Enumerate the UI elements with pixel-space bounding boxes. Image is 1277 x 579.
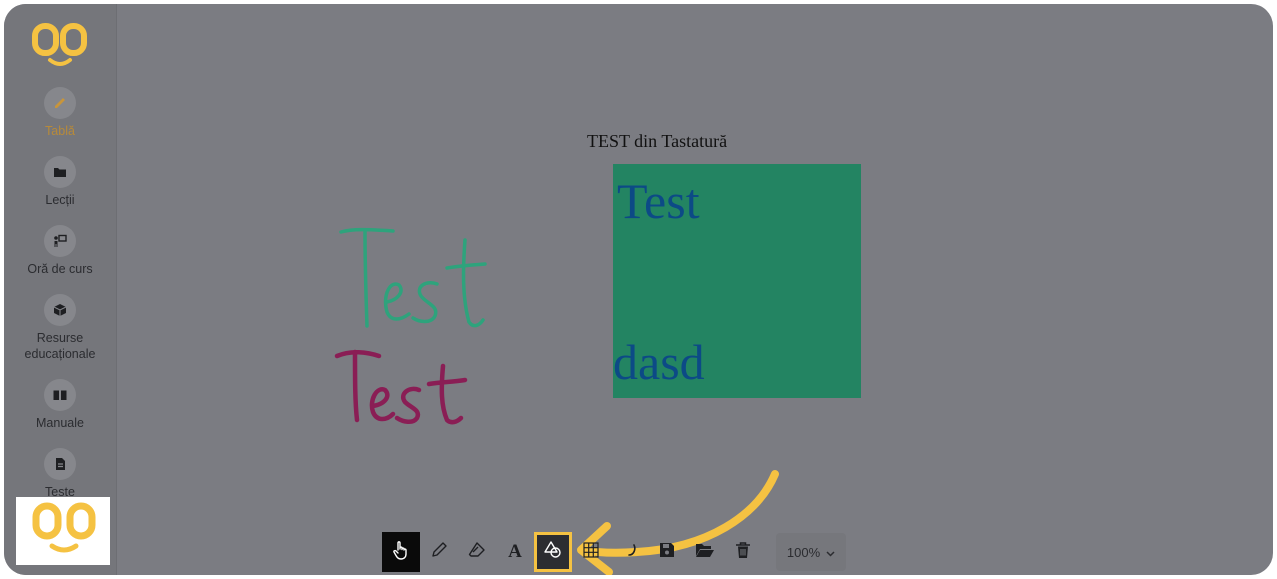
pencil-icon: [44, 87, 76, 119]
hand-pointer-icon: [392, 540, 410, 565]
sidebar: Tablă Lecții Oră de curs Resurse educați…: [4, 4, 116, 575]
hand-tool[interactable]: [382, 532, 420, 572]
save-tool[interactable]: [648, 532, 686, 572]
eraser-tool[interactable]: [458, 532, 496, 572]
cube-icon: [44, 294, 76, 326]
delete-tool[interactable]: [724, 532, 762, 572]
text-a-icon: A: [508, 541, 522, 562]
text-tool[interactable]: A: [496, 532, 534, 572]
zoom-select[interactable]: 100%: [776, 533, 846, 571]
trash-icon: [734, 541, 752, 564]
open-tool[interactable]: [686, 532, 724, 572]
sidebar-item-teste[interactable]: Teste: [4, 448, 116, 500]
watermark-logo: [16, 497, 110, 565]
document-icon: [44, 448, 76, 480]
box-text-line-1[interactable]: Test: [617, 176, 700, 226]
undo-icon: [620, 541, 638, 564]
drawing-toolbar: A 100%: [382, 532, 846, 572]
sidebar-item-lectii[interactable]: Lecții: [4, 156, 116, 208]
sidebar-item-manuale[interactable]: Manuale: [4, 379, 116, 431]
sidebar-item-resurse-educationale[interactable]: Resurse educaționale: [4, 294, 116, 362]
sidebar-item-label: Resurse educaționale: [24, 331, 96, 361]
undo-tool[interactable]: [610, 532, 648, 572]
handwritten-test-magenta[interactable]: [333, 344, 473, 429]
eraser-icon: [468, 541, 486, 564]
pencil-outline-icon: [430, 541, 448, 564]
shape-rectangle[interactable]: Test dasd: [613, 164, 861, 398]
zoom-value: 100%: [786, 544, 821, 560]
sidebar-item-label: Lecții: [45, 193, 75, 207]
app-logo[interactable]: [32, 22, 88, 72]
grid-icon: [582, 541, 600, 564]
folder-open-icon: [695, 541, 715, 564]
typed-text-heading[interactable]: TEST din Tastatură: [587, 131, 727, 152]
box-text-line-2[interactable]: dasd: [613, 337, 705, 387]
chevron-down-icon: [826, 545, 835, 560]
sidebar-item-label: Oră de curs: [27, 262, 93, 276]
folder-icon: [44, 156, 76, 188]
whiteboard-canvas[interactable]: TEST din Tastatură Test dasd: [117, 4, 1273, 575]
book-icon: [44, 379, 76, 411]
sidebar-item-ora-de-curs[interactable]: Oră de curs: [4, 225, 116, 277]
pencil-tool[interactable]: [420, 532, 458, 572]
shapes-icon: [543, 540, 563, 565]
sidebar-item-tabla[interactable]: Tablă: [4, 87, 116, 139]
app-frame: Tablă Lecții Oră de curs Resurse educați…: [4, 4, 1273, 575]
handwritten-test-green[interactable]: [335, 222, 495, 332]
teacher-board-icon: [44, 225, 76, 257]
grid-tool[interactable]: [572, 532, 610, 572]
sidebar-item-label: Tablă: [45, 124, 75, 138]
sidebar-item-label: Manuale: [36, 416, 84, 430]
save-icon: [658, 541, 676, 564]
shapes-tool[interactable]: [534, 532, 572, 572]
